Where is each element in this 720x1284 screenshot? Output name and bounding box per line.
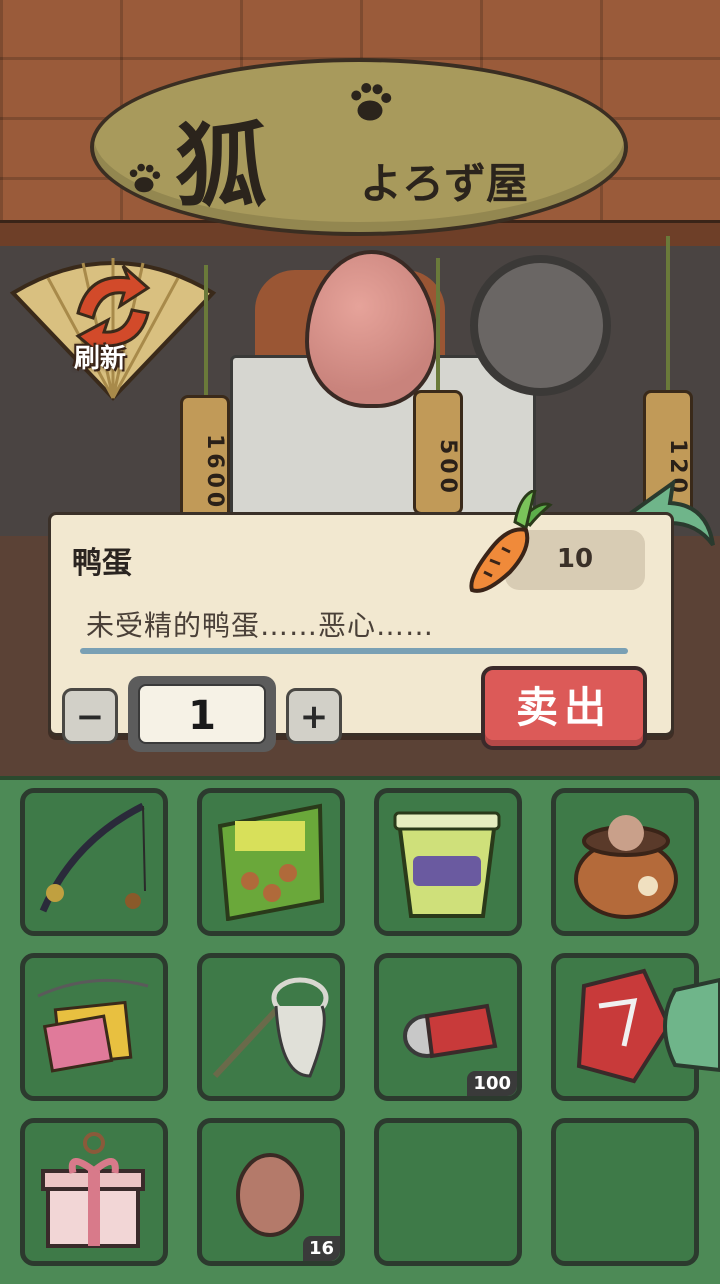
snack-bag-icon bbox=[217, 803, 325, 922]
inventory-slot-gift-box[interactable] bbox=[20, 1118, 168, 1266]
paw-icon bbox=[351, 83, 392, 121]
crushed-can-icon bbox=[403, 1003, 498, 1059]
inventory-slot-empty[interactable] bbox=[551, 1118, 699, 1266]
shop-sign-subtitle: よろず屋 bbox=[360, 159, 529, 208]
bug-net-icon bbox=[212, 977, 329, 1079]
inventory-slot-empty[interactable] bbox=[374, 1118, 522, 1266]
item-price: 10 bbox=[556, 544, 594, 574]
inventory-slot-cup-noodles[interactable] bbox=[374, 788, 522, 936]
hamster-pot-icon bbox=[574, 815, 678, 919]
shop-sign-title: 狐 bbox=[175, 112, 270, 220]
quantity-field[interactable]: 1 bbox=[138, 684, 266, 744]
egg-icon bbox=[236, 1153, 304, 1237]
paper-charms-icon bbox=[37, 978, 149, 1073]
refresh-label: 刷新 bbox=[74, 344, 127, 374]
sell-button[interactable]: 卖出 bbox=[481, 666, 647, 750]
fishing-rod-icon bbox=[39, 802, 146, 913]
inventory-slot-snack-bag[interactable] bbox=[197, 788, 345, 936]
refresh-fan-button[interactable] bbox=[8, 238, 218, 408]
price-tag[interactable]: 1600 bbox=[180, 395, 230, 520]
inventory-slot-paper-charms[interactable] bbox=[20, 953, 168, 1101]
paw-icon bbox=[129, 163, 161, 193]
increase-quantity-button[interactable]: + bbox=[286, 688, 342, 744]
item-count-badge: 100 bbox=[467, 1071, 517, 1096]
item-description: 未受精的鸭蛋……恶心…… bbox=[86, 609, 435, 642]
tag-string bbox=[666, 236, 670, 396]
next-page-tab-icon[interactable] bbox=[655, 975, 720, 1075]
cup-noodles-icon bbox=[393, 811, 501, 918]
description-underline bbox=[80, 648, 628, 654]
inventory-slot-hamster-pot[interactable] bbox=[551, 788, 699, 936]
item-count-badge: 16 bbox=[302, 1236, 340, 1261]
price-tag[interactable]: 500 bbox=[413, 390, 463, 515]
tag-string bbox=[204, 265, 208, 405]
item-name: 鸭蛋 bbox=[72, 546, 132, 581]
wall-clock bbox=[470, 255, 611, 396]
inventory-slot-fishing-rod[interactable] bbox=[20, 788, 168, 936]
tag-string bbox=[436, 258, 440, 398]
inventory-slot-egg[interactable]: 16 bbox=[197, 1118, 345, 1266]
inventory-slot-bug-net[interactable] bbox=[197, 953, 345, 1101]
decrease-quantity-button[interactable]: − bbox=[62, 688, 118, 744]
gift-box-icon bbox=[41, 1132, 145, 1248]
inventory-slot-crushed-can[interactable]: 100 bbox=[374, 953, 522, 1101]
